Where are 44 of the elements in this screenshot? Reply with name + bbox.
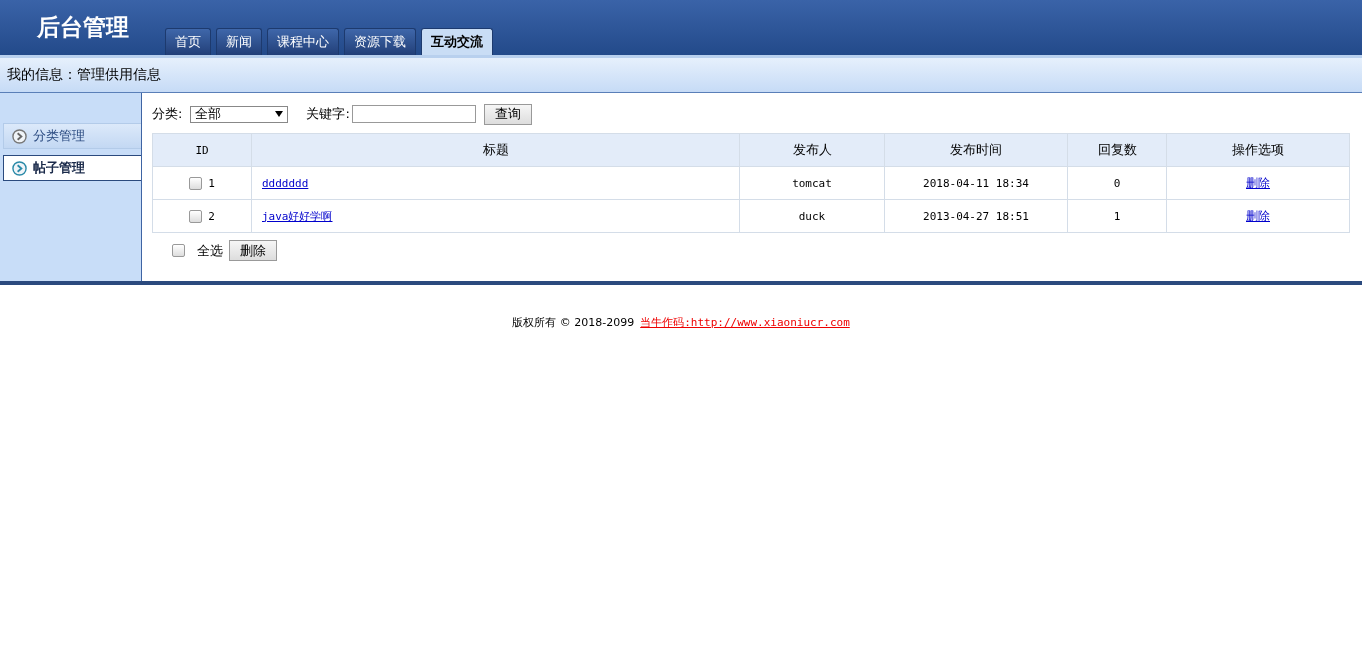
table-cell: 2018-04-11 18:34 <box>884 166 1068 200</box>
row-checkbox[interactable] <box>189 176 203 190</box>
column-header: ID <box>152 133 252 167</box>
delete-button[interactable]: 删除 <box>229 240 277 261</box>
keyword-label: 关键字: <box>306 105 350 123</box>
sidebar-item[interactable]: 分类管理 <box>3 123 141 149</box>
table-cell: 2013-04-27 18:51 <box>884 199 1068 233</box>
sidebar-item-label: 帖子管理 <box>33 159 85 177</box>
table-cell: 1 <box>1067 199 1167 233</box>
search-button[interactable]: 查询 <box>483 103 532 125</box>
site-title: 后台管理 <box>35 12 130 42</box>
column-header: 标题 <box>251 133 740 167</box>
breadcrumb-text: 我的信息：管理供用信息 <box>7 66 161 84</box>
nav-tab[interactable]: 互动交流 <box>421 28 493 55</box>
row-checkbox[interactable] <box>189 209 203 223</box>
chevron-circle-icon <box>12 160 27 176</box>
table-cell: duck <box>739 199 885 233</box>
column-header: 发布时间 <box>884 133 1068 167</box>
post-title-link[interactable]: ddddddd <box>262 176 309 190</box>
caret-icon <box>275 111 284 117</box>
table-cell: 1 <box>152 166 252 200</box>
table-cell: 0 <box>1067 166 1167 200</box>
select-all-label: 全选 <box>197 241 223 260</box>
table-cell: tomcat <box>739 166 885 200</box>
nav-tab[interactable]: 新闻 <box>216 28 262 55</box>
sidebar-item-label: 分类管理 <box>33 127 85 145</box>
keyword-input[interactable] <box>351 105 476 123</box>
sidebar-item[interactable]: 帖子管理 <box>3 155 141 181</box>
nav-tab[interactable]: 课程中心 <box>267 28 339 55</box>
delete-link[interactable]: 删除 <box>1246 175 1270 190</box>
footer-link[interactable]: 当牛作码:http://www.xiaoniucr.com <box>640 316 850 329</box>
category-dropdown[interactable]: 全部 <box>190 105 289 123</box>
column-header: 回复数 <box>1067 133 1167 167</box>
nav-tab[interactable]: 资源下载 <box>344 28 416 55</box>
delete-link[interactable]: 删除 <box>1246 208 1270 223</box>
category-label: 分类: <box>152 105 183 123</box>
select-all-checkbox[interactable] <box>172 244 185 257</box>
chevron-circle-icon <box>12 128 27 144</box>
copyright-text: 版权所有 © 2018-2099 <box>512 316 635 329</box>
post-title-link[interactable]: java好好学啊 <box>262 209 333 223</box>
nav-tab[interactable]: 首页 <box>165 28 211 55</box>
table-cell: 2 <box>152 199 252 233</box>
column-header: 操作选项 <box>1166 133 1350 167</box>
column-header: 发布人 <box>739 133 885 167</box>
